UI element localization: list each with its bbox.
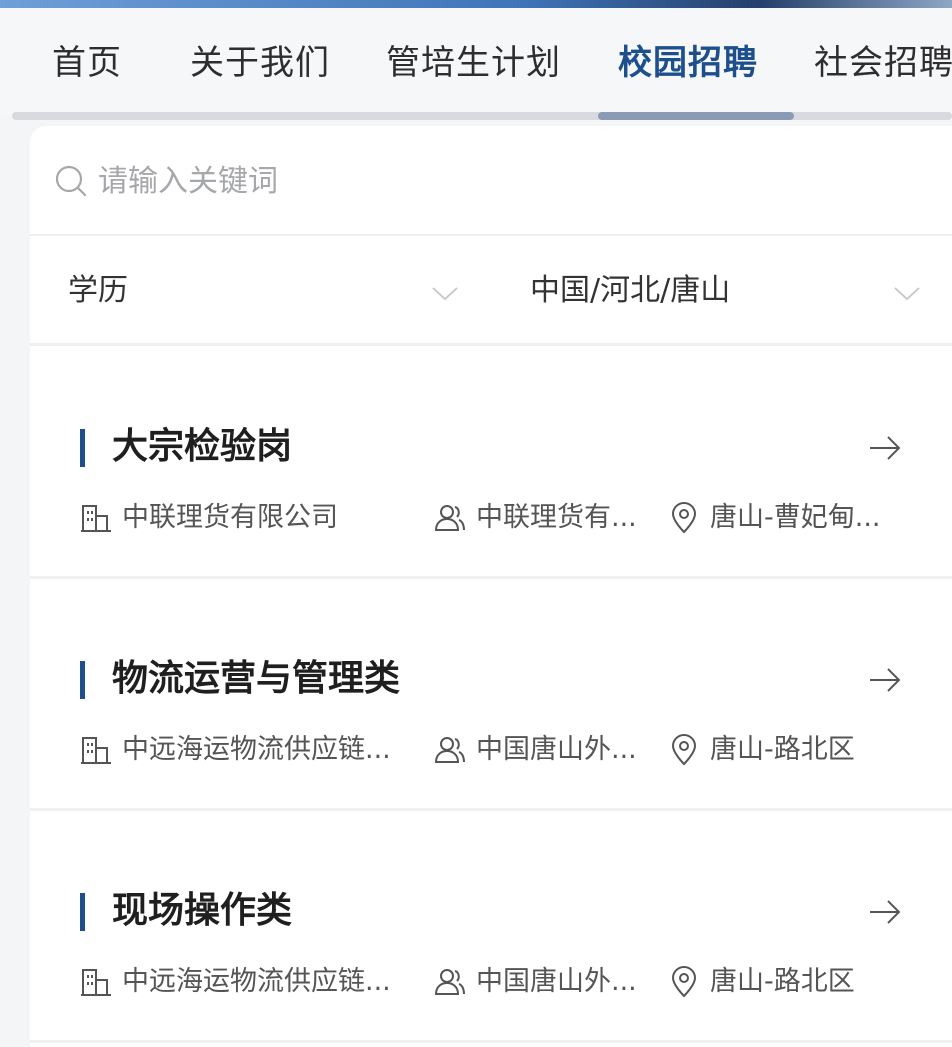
location-pin-icon xyxy=(671,734,697,766)
tab-scroll-track[interactable] xyxy=(12,112,952,120)
arrow-right-icon[interactable] xyxy=(866,893,904,931)
title-accent-bar xyxy=(80,429,85,467)
building-icon xyxy=(81,505,111,532)
tab-home[interactable]: 首页 xyxy=(52,36,122,90)
job-card[interactable]: 大宗检验岗 中联理货有限公司 中联理货有... 唐山-曹妃甸... xyxy=(30,349,952,579)
job-title[interactable]: 现场操作类 xyxy=(112,883,292,939)
building-icon xyxy=(81,737,111,764)
search-bar xyxy=(30,126,952,236)
location-filter-label[interactable]: 中国/河北/唐山 xyxy=(530,236,730,346)
job-location: 唐山-路北区 xyxy=(668,958,952,1006)
job-title[interactable]: 大宗检验岗 xyxy=(112,419,292,475)
chevron-down-icon[interactable] xyxy=(430,278,460,308)
tab-management-trainee[interactable]: 管培生计划 xyxy=(386,36,561,90)
top-banner-image xyxy=(0,0,952,8)
user-icon xyxy=(434,737,465,763)
location-pin-icon xyxy=(671,502,697,534)
search-icon xyxy=(55,165,87,197)
job-card[interactable]: 现场操作类 中远海运物流供应链... 中国唐山外... 唐山-路北区 xyxy=(30,813,952,1043)
tab-campus-recruitment[interactable]: 校园招聘 xyxy=(618,36,758,90)
job-recruiter: 中国唐山外... xyxy=(434,958,662,1006)
job-location: 唐山-路北区 xyxy=(668,726,952,774)
user-icon xyxy=(434,969,465,995)
education-filter-label[interactable]: 学历 xyxy=(68,236,128,346)
arrow-right-icon[interactable] xyxy=(866,661,904,699)
tab-social-recruitment[interactable]: 社会招聘 xyxy=(814,36,952,90)
active-tab-indicator xyxy=(598,112,794,120)
user-icon xyxy=(434,505,465,531)
job-company: 中联理货有限公司 xyxy=(80,494,380,542)
job-recruiter: 中联理货有... xyxy=(434,494,662,542)
job-list-panel: 学历 中国/河北/唐山 大宗检验岗 中联理货有限公司 xyxy=(30,126,952,1047)
arrow-right-icon[interactable] xyxy=(866,429,904,467)
tab-about-us[interactable]: 关于我们 xyxy=(190,36,330,90)
job-company: 中远海运物流供应链... xyxy=(80,726,432,774)
title-accent-bar xyxy=(80,893,85,931)
chevron-down-icon[interactable] xyxy=(892,278,922,308)
job-card[interactable]: 物流运营与管理类 中远海运物流供应链... 中国唐山外... 唐山-路北区 xyxy=(30,581,952,811)
building-icon xyxy=(81,969,111,996)
search-input[interactable] xyxy=(98,154,898,208)
job-company: 中远海运物流供应链... xyxy=(80,958,432,1006)
location-pin-icon xyxy=(671,966,697,998)
top-nav: 首页 关于我们 管培生计划 校园招聘 社会招聘 xyxy=(0,8,952,116)
filter-bar: 学历 中国/河北/唐山 xyxy=(30,236,952,346)
title-accent-bar xyxy=(80,661,85,699)
job-location: 唐山-曹妃甸... xyxy=(668,494,952,542)
job-recruiter: 中国唐山外... xyxy=(434,726,662,774)
job-title[interactable]: 物流运营与管理类 xyxy=(112,651,400,707)
